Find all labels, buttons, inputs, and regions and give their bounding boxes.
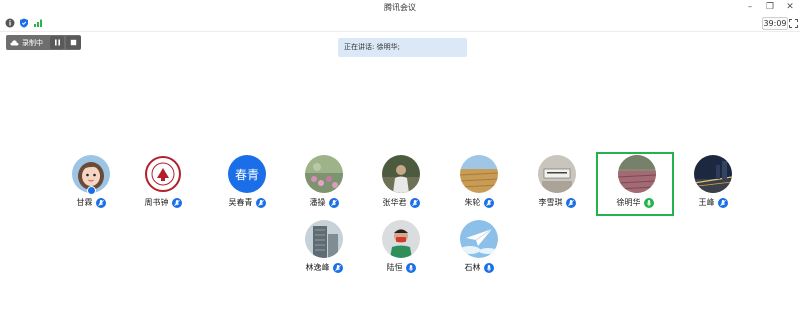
- participant-tile[interactable]: 林逸峰: [285, 220, 363, 282]
- mic-muted-icon[interactable]: [409, 197, 420, 208]
- city-night-photo-avatar: [694, 155, 732, 193]
- participant-name-row: 林逸峰: [285, 262, 363, 273]
- avatar: [305, 220, 343, 258]
- participant-name: 徐明华: [616, 198, 641, 207]
- participant-tile[interactable]: 甘霖: [52, 155, 130, 217]
- avatar: 春青: [228, 155, 266, 193]
- participant-name: 吴春青: [228, 198, 253, 207]
- mic-muted-icon[interactable]: [328, 197, 339, 208]
- pause-icon: [54, 39, 60, 46]
- mic-open-icon[interactable]: [405, 262, 416, 273]
- recording-status[interactable]: 录制中: [6, 35, 48, 50]
- host-badge: [87, 186, 96, 195]
- mic-open-icon[interactable]: [483, 262, 494, 273]
- participant-tile[interactable]: 石林: [440, 220, 518, 282]
- cloud-icon: [10, 40, 19, 46]
- speaking-indicator: 正在讲话: 徐明华;: [338, 38, 467, 57]
- mic-muted-icon[interactable]: [95, 197, 106, 208]
- meeting-timer: 39:09: [762, 17, 788, 30]
- stop-recording-button[interactable]: [66, 36, 81, 49]
- flowers-photo-avatar: [305, 155, 343, 193]
- title-bar: 腾讯会议 – ❐ ✕: [0, 0, 800, 15]
- participant-name: 张华君: [382, 198, 407, 207]
- info-icon[interactable]: [5, 18, 15, 28]
- participant-name: 陆恒: [386, 263, 403, 272]
- mic-muted-icon[interactable]: [171, 197, 182, 208]
- avatar-text: 春青: [234, 167, 259, 182]
- avatar: [382, 220, 420, 258]
- participant-name-row: 石林: [440, 262, 518, 273]
- avatar: [460, 220, 498, 258]
- avatar: [460, 155, 498, 193]
- school-emblem-avatar: [144, 155, 182, 193]
- maximize-button[interactable]: ❐: [764, 1, 776, 13]
- person-photo-avatar: [382, 155, 420, 193]
- participant-name: 甘霖: [76, 198, 93, 207]
- participant-name: 石林: [464, 263, 481, 272]
- avatar: [382, 155, 420, 193]
- garden-photo-avatar: [618, 155, 656, 193]
- participant-name-row: 朱轮: [440, 197, 518, 208]
- participant-name: 李雪琪: [538, 198, 563, 207]
- sign-photo-avatar: [538, 155, 576, 193]
- stop-icon: [71, 39, 77, 46]
- mic-muted-icon[interactable]: [255, 197, 266, 208]
- participant-name: 王峰: [698, 198, 715, 207]
- participant-name-row: 甘霖: [52, 197, 130, 208]
- participant-name-row: 张华君: [362, 197, 440, 208]
- signal-icon[interactable]: [33, 18, 43, 28]
- meeting-toolbar: 39:09: [0, 15, 800, 32]
- recording-label: 录制中: [22, 38, 43, 47]
- participant-name: 周书钟: [144, 198, 169, 207]
- participant-tile[interactable]: 春青 吴春青: [208, 155, 286, 217]
- participant-tile[interactable]: 潘操: [285, 155, 363, 217]
- participant-name-row: 陆恒: [362, 262, 440, 273]
- mic-speaking-icon[interactable]: [643, 197, 654, 208]
- participant-name: 林逸峰: [305, 263, 330, 272]
- man-with-mask-photo-avatar: [382, 220, 420, 258]
- paper-plane-photo-avatar: [460, 220, 498, 258]
- mic-muted-icon[interactable]: [717, 197, 728, 208]
- avatar: [618, 155, 656, 193]
- avatar: [305, 155, 343, 193]
- shield-icon[interactable]: [19, 18, 29, 28]
- participant-tile[interactable]: 朱轮: [440, 155, 518, 217]
- participant-name: 潘操: [309, 198, 326, 207]
- mic-muted-icon[interactable]: [332, 262, 343, 273]
- participant-name-row: 徐明华: [598, 197, 672, 208]
- participant-tile[interactable]: 周书钟: [124, 155, 202, 217]
- fullscreen-icon[interactable]: [789, 19, 798, 28]
- window-title: 腾讯会议: [384, 3, 416, 12]
- participant-name-row: 吴春青: [208, 197, 286, 208]
- pause-recording-button[interactable]: [49, 36, 65, 49]
- participant-name-row: 王峰: [674, 197, 752, 208]
- recording-panel: 录制中: [6, 35, 81, 50]
- close-button[interactable]: ✕: [784, 1, 796, 13]
- participant-tile[interactable]: 李雪琪: [518, 155, 596, 217]
- participant-name-row: 李雪琪: [518, 197, 596, 208]
- participant-tile[interactable]: 王峰: [674, 155, 752, 217]
- participant-tile[interactable]: 张华君: [362, 155, 440, 217]
- avatar: [694, 155, 732, 193]
- participant-tile[interactable]: 陆恒: [362, 220, 440, 282]
- mic-muted-icon[interactable]: [565, 197, 576, 208]
- participant-name-row: 周书钟: [124, 197, 202, 208]
- participant-tile-active[interactable]: 徐明华: [596, 152, 674, 216]
- participant-name-row: 潘操: [285, 197, 363, 208]
- avatar: [538, 155, 576, 193]
- minimize-button[interactable]: –: [744, 1, 756, 13]
- mic-muted-icon[interactable]: [483, 197, 494, 208]
- window-controls: – ❐ ✕: [744, 1, 796, 13]
- participant-name: 朱轮: [464, 198, 481, 207]
- building-photo-avatar: [305, 220, 343, 258]
- field-photo-avatar: [460, 155, 498, 193]
- avatar: [144, 155, 182, 193]
